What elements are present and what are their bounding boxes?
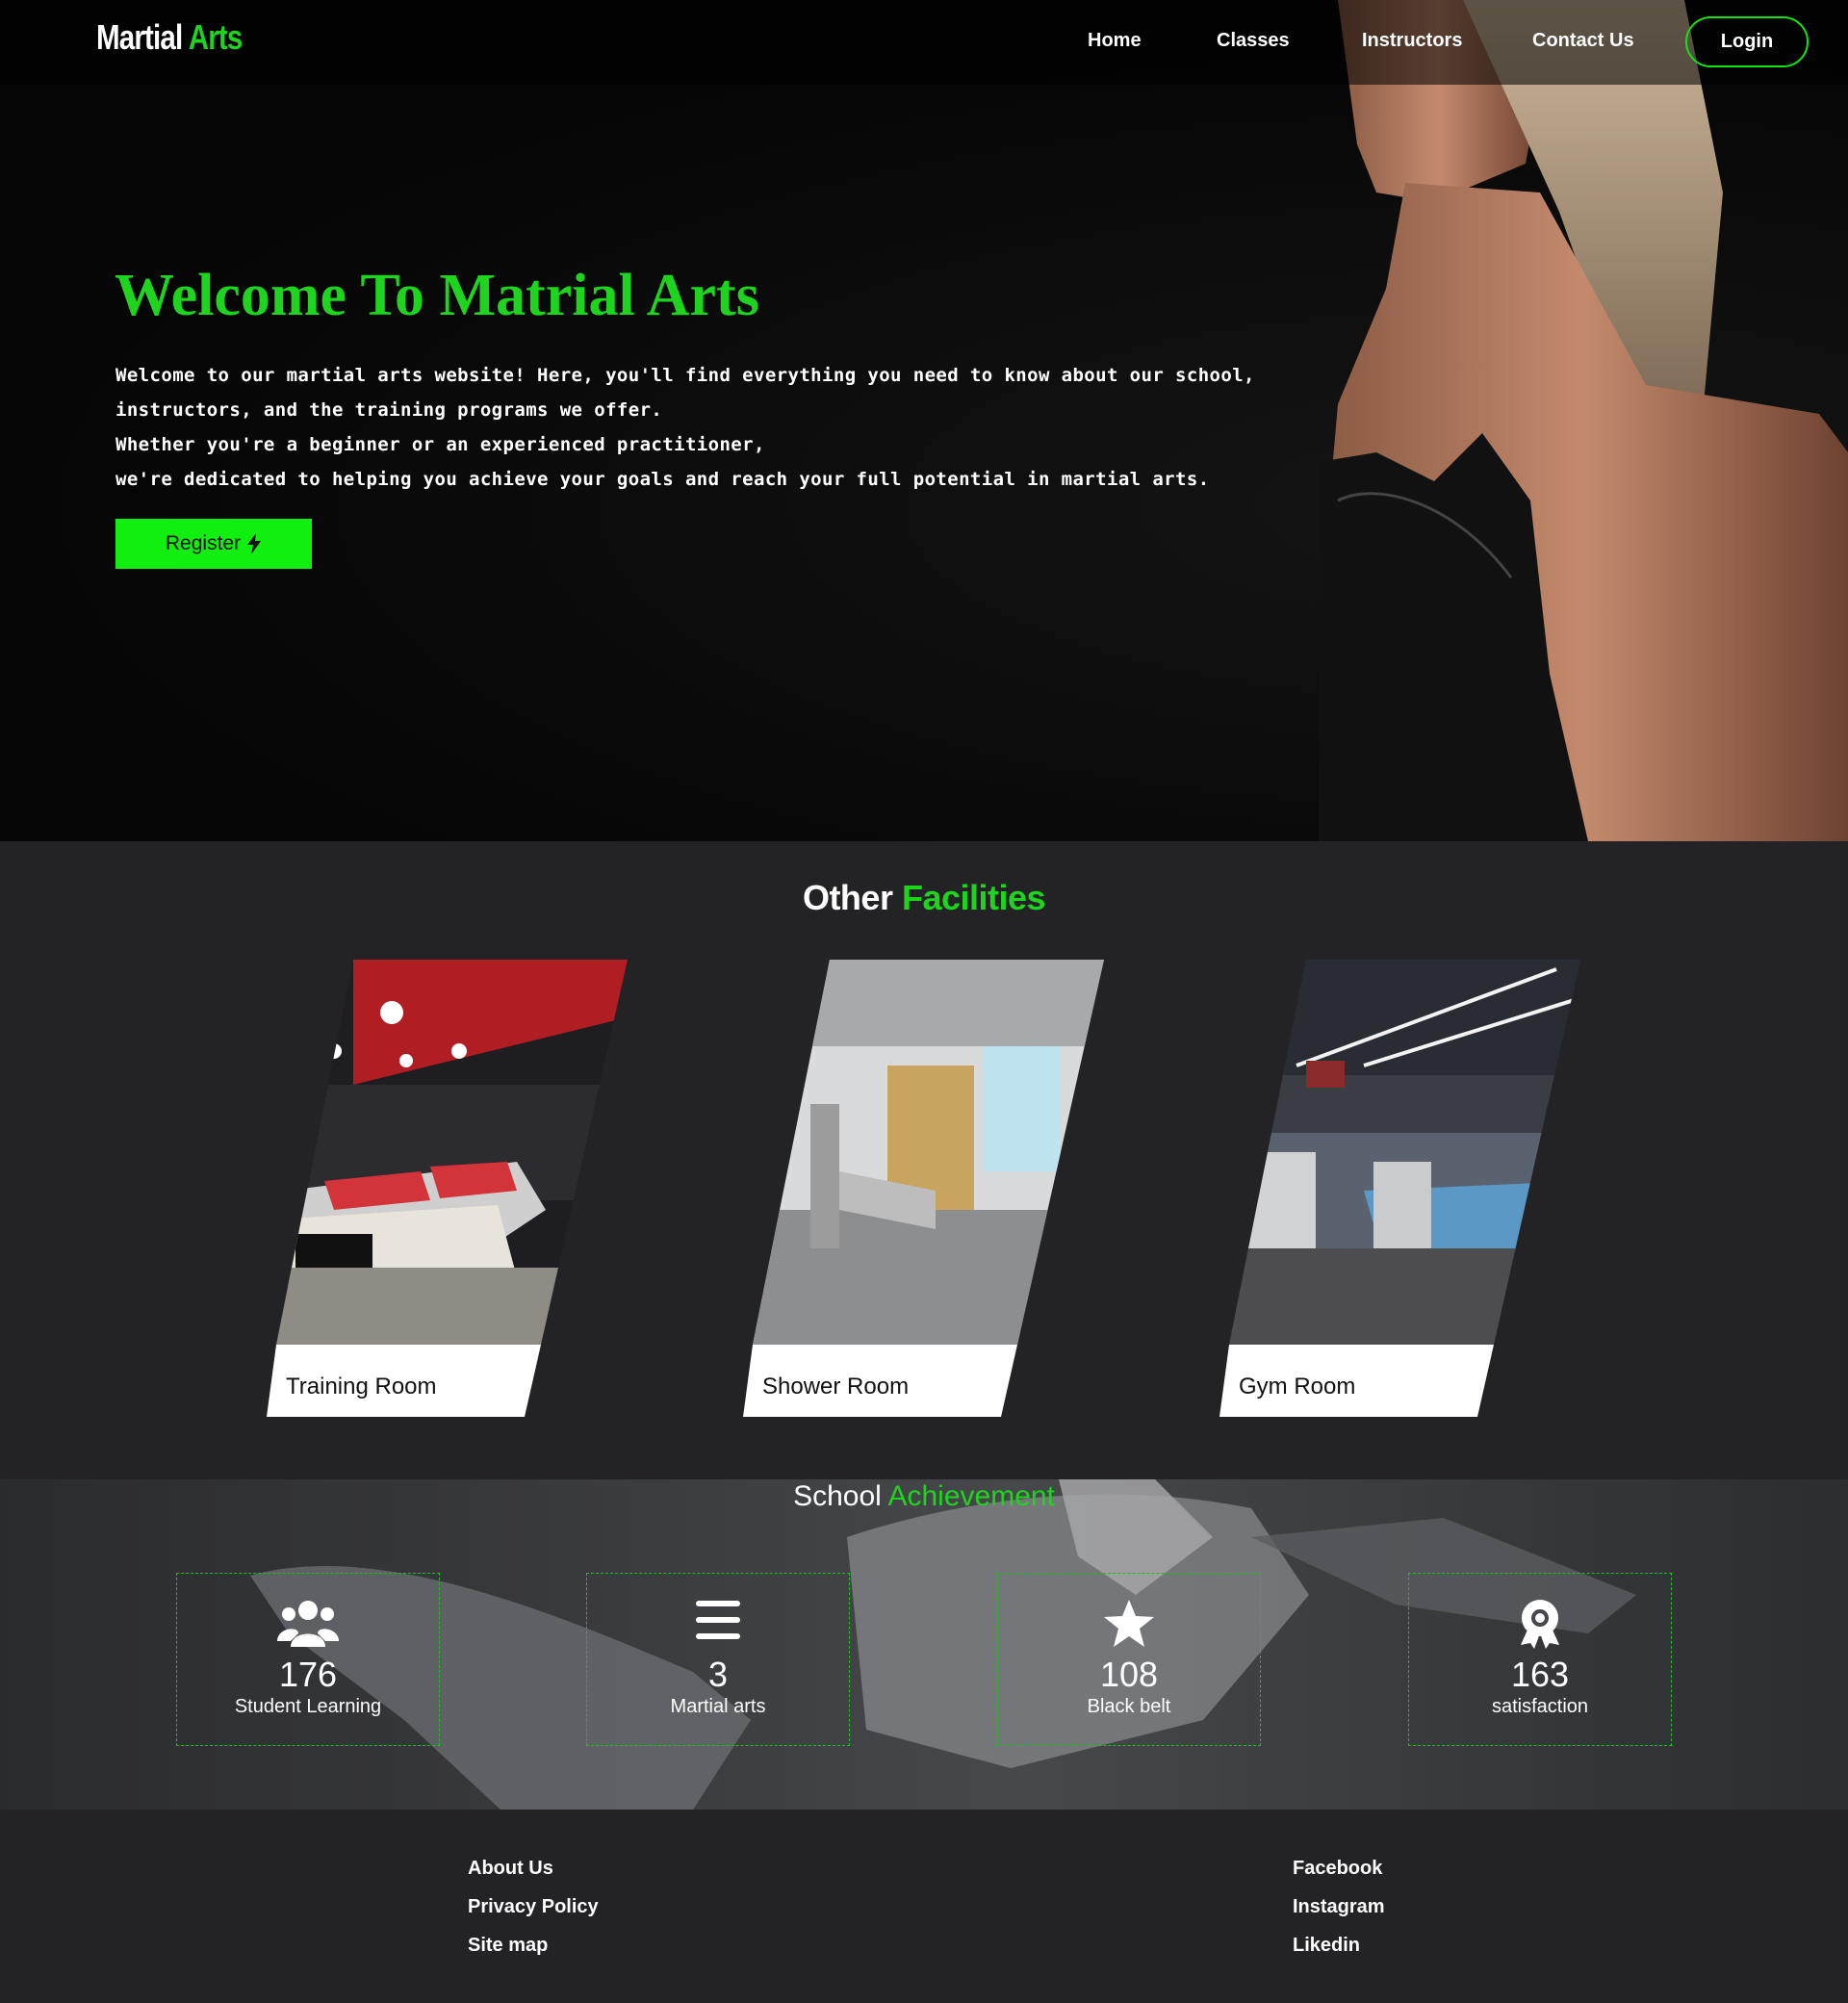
footer-link-linkedin[interactable]: Likedin (1293, 1935, 1360, 1957)
achievements-title: School Achievement (793, 1480, 1055, 1512)
site-footer: About Us Privacy Policy Site map Faceboo… (0, 1810, 1848, 2003)
nav-instructors-link[interactable]: Instructors (1362, 30, 1462, 52)
register-label: Register (165, 532, 242, 554)
shower-room-image (743, 960, 1104, 1417)
stat-value: 176 (278, 1655, 338, 1694)
hero-athlete-image (1319, 0, 1848, 841)
training-room-image (267, 960, 628, 1417)
hero-title: Welcome To Matrial Arts (115, 263, 759, 328)
register-button[interactable]: Register (116, 519, 312, 569)
card-label: Training Room (286, 1374, 437, 1400)
nav-home-link[interactable]: Home (1088, 30, 1142, 52)
facility-card-gym-room[interactable]: Gym Room (1219, 960, 1580, 1441)
nav-contact-link[interactable]: Contact Us (1532, 30, 1634, 52)
hero-description: Welcome to our martial arts website! Her… (116, 358, 1255, 497)
stat-value: 3 (707, 1655, 729, 1694)
facility-card-shower-room[interactable]: Shower Room (743, 960, 1104, 1441)
card-label: Shower Room (762, 1374, 910, 1400)
stat-label: Black belt (1087, 1696, 1171, 1717)
hero-line: Welcome to our martial arts website! Her… (116, 365, 1255, 386)
card-label: Gym Room (1239, 1374, 1356, 1400)
footer-link-about[interactable]: About Us (468, 1858, 553, 1880)
footer-link-sitemap[interactable]: Site map (468, 1935, 548, 1957)
award-icon (1521, 1600, 1559, 1649)
facility-card-training-room[interactable]: Training Room (267, 960, 628, 1441)
hero-line: Whether you're a beginner or an experien… (116, 434, 765, 455)
top-navbar: Martial Arts Home Classes Instructors Co… (0, 0, 1848, 85)
stat-card-martial-arts: 3 Martial arts (586, 1573, 850, 1746)
stat-card-black-belt: 108 Black belt (997, 1573, 1261, 1746)
stat-value: 163 (1510, 1655, 1570, 1694)
footer-link-privacy[interactable]: Privacy Policy (468, 1896, 599, 1918)
nav-classes-link[interactable]: Classes (1217, 30, 1290, 52)
stat-label: Student Learning (234, 1696, 382, 1717)
login-button[interactable]: Login (1685, 16, 1809, 67)
stat-value: 108 (1099, 1655, 1159, 1694)
stat-label: Martial arts (670, 1696, 766, 1717)
site-logo[interactable]: Martial Arts (96, 17, 243, 58)
hero-line: we're dedicated to helping you achieve y… (116, 469, 1210, 490)
facilities-title: Other Facilities (802, 878, 1046, 917)
stat-label: satisfaction (1491, 1696, 1589, 1717)
gym-room-image (1219, 960, 1580, 1417)
footer-link-facebook[interactable]: Facebook (1293, 1858, 1382, 1880)
stat-card-satisfaction: 163 satisfaction (1408, 1573, 1672, 1746)
users-icon (277, 1601, 339, 1647)
lightning-bolt-icon (247, 533, 262, 554)
hero-line: instructors, and the training programs w… (116, 399, 663, 421)
footer-link-instagram[interactable]: Instagram (1293, 1896, 1385, 1918)
menu-bars-icon (696, 1601, 740, 1639)
stat-card-students: 176 Student Learning (176, 1573, 440, 1746)
star-icon (1104, 1600, 1154, 1647)
